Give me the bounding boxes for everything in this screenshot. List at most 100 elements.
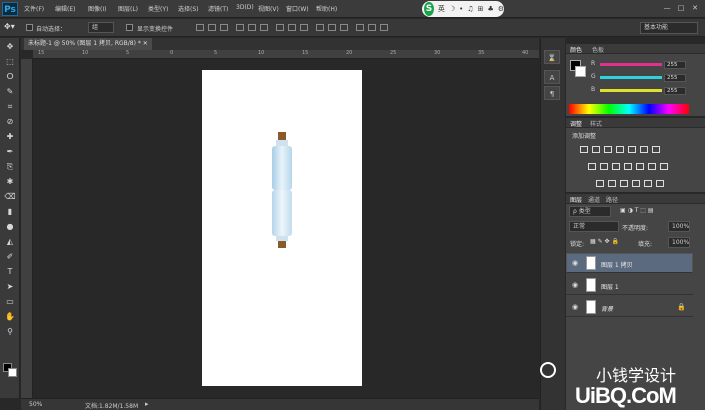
align-icon[interactable] <box>196 24 204 31</box>
hand-tool-icon[interactable]: ✋ <box>4 312 16 322</box>
voice-icon[interactable]: ♫ <box>467 5 473 13</box>
color-spectrum[interactable] <box>569 104 689 114</box>
layer-name[interactable]: 图层 1 拷贝 <box>601 260 633 269</box>
align-icon[interactable] <box>316 24 324 31</box>
auto-select-checkbox[interactable] <box>26 24 33 31</box>
adjustment-icon[interactable] <box>612 163 620 170</box>
minimize-button[interactable]: — <box>661 3 673 13</box>
tab-swatches[interactable]: 色板 <box>592 45 604 54</box>
adjustment-icon[interactable] <box>644 180 652 187</box>
type-tool-icon[interactable]: T <box>4 267 16 277</box>
clone-stamp-icon[interactable]: ⎘ <box>4 162 16 172</box>
document-tab[interactable]: 未标题-1 @ 50% (图层 1 拷贝, RGB/8) * ✕ <box>24 38 152 50</box>
menu-item-1[interactable]: 编辑(E) <box>55 4 75 13</box>
layer-filter-icons[interactable]: ▣ ◑ T ⬚ ▤ <box>620 207 654 214</box>
zoom-tool-icon[interactable]: ⚲ <box>4 327 16 337</box>
close-tab-icon[interactable]: ✕ <box>143 40 148 47</box>
adjustment-icon[interactable] <box>640 146 648 153</box>
lasso-tool-icon[interactable]: ⵔ <box>4 72 16 82</box>
align-icon[interactable] <box>276 24 284 31</box>
visibility-eye-icon[interactable]: ◉ <box>572 259 578 267</box>
adjustment-icon[interactable] <box>600 163 608 170</box>
align-icon[interactable] <box>340 24 348 31</box>
adjustment-icon[interactable] <box>608 180 616 187</box>
tab-paths[interactable]: 路径 <box>606 195 618 204</box>
paragraph-icon[interactable]: ¶ <box>544 86 560 100</box>
channel-slider[interactable] <box>600 63 662 66</box>
align-icon[interactable] <box>208 24 216 31</box>
close-button[interactable]: ✕ <box>689 3 701 13</box>
keyboard-icon[interactable]: ⊞ <box>478 5 484 13</box>
tab-channels[interactable]: 通道 <box>588 195 600 204</box>
move-tool-preset-icon[interactable]: ✥▾ <box>4 22 15 31</box>
visibility-eye-icon[interactable]: ◉ <box>572 303 578 311</box>
blur-tool-icon[interactable]: ● <box>4 222 16 232</box>
align-icon[interactable] <box>236 24 244 31</box>
menu-item-6[interactable]: 滤镜(T) <box>208 4 228 13</box>
channel-value-input[interactable]: 255 <box>664 61 686 69</box>
menu-item-3[interactable]: 图层(L) <box>118 4 138 13</box>
history-icon[interactable]: ⌛ <box>544 50 560 64</box>
ime-toolbar[interactable]: S 英 ☽ • ♫ ⊞ ♣ ⚙ <box>422 1 504 17</box>
adjustment-icon[interactable] <box>596 180 604 187</box>
adjustment-icon[interactable] <box>592 146 600 153</box>
layer-name[interactable]: 图层 1 <box>601 282 619 291</box>
history-brush-icon[interactable]: ✱ <box>4 177 16 187</box>
adjustment-icon[interactable] <box>660 163 668 170</box>
gradient-tool-icon[interactable]: ▮ <box>4 207 16 217</box>
channel-slider[interactable] <box>600 76 662 79</box>
status-arrow-icon[interactable]: ▸ <box>145 400 149 408</box>
layer-name[interactable]: 背景 <box>601 304 613 313</box>
visibility-eye-icon[interactable]: ◉ <box>572 281 578 289</box>
menu-item-8[interactable]: 视图(V) <box>258 4 279 13</box>
channel-value-input[interactable]: 255 <box>664 74 686 82</box>
dot-icon[interactable]: • <box>459 5 463 13</box>
opacity-input[interactable]: 100% <box>668 221 690 232</box>
eraser-tool-icon[interactable]: ⌫ <box>4 192 16 202</box>
adjustment-icon[interactable] <box>580 146 588 153</box>
adjustment-icon[interactable] <box>604 146 612 153</box>
shape-tool-icon[interactable]: ▭ <box>4 297 16 307</box>
brush-tool-icon[interactable]: ✒ <box>4 147 16 157</box>
adjustment-icon[interactable] <box>656 180 664 187</box>
pen-tool-icon[interactable]: ✐ <box>4 252 16 262</box>
auto-select-dropdown[interactable]: 组 <box>88 22 114 33</box>
workspace-dropdown[interactable]: 基本功能 <box>640 22 698 34</box>
adjustment-icon[interactable] <box>620 180 628 187</box>
tab-color[interactable]: 颜色 <box>570 45 582 54</box>
move-tool-icon[interactable]: ✥ <box>4 42 16 52</box>
path-select-icon[interactable]: ➤ <box>4 282 16 292</box>
adjustment-icon[interactable] <box>632 180 640 187</box>
align-icon[interactable] <box>328 24 336 31</box>
tab-layers[interactable]: 图层 <box>570 195 582 204</box>
channel-slider[interactable] <box>600 89 662 92</box>
dodge-tool-icon[interactable]: ◭ <box>4 237 16 247</box>
adjustment-icon[interactable] <box>588 163 596 170</box>
maximize-button[interactable]: □ <box>675 3 687 13</box>
blend-mode-dropdown[interactable]: 正常 <box>569 221 619 232</box>
properties-icon[interactable]: A <box>544 70 560 84</box>
menu-item-5[interactable]: 选择(S) <box>178 4 199 13</box>
color-bg-swatch[interactable] <box>575 66 586 77</box>
eyedropper-icon[interactable]: ⊘ <box>4 117 16 127</box>
adjustment-icon[interactable] <box>628 146 636 153</box>
ime-lang[interactable]: 英 <box>438 4 445 14</box>
tab-adjustments[interactable]: 调整 <box>570 119 582 128</box>
document-canvas[interactable] <box>202 70 362 386</box>
align-icon[interactable] <box>288 24 296 31</box>
marquee-tool-icon[interactable]: ⬚ <box>4 57 16 67</box>
align-icon[interactable] <box>380 24 388 31</box>
show-transform-checkbox[interactable] <box>126 24 133 31</box>
background-color-swatch[interactable] <box>8 368 17 377</box>
align-icon[interactable] <box>368 24 376 31</box>
adjustment-icon[interactable] <box>616 146 624 153</box>
zoom-level[interactable]: 50% <box>29 401 42 408</box>
adjustment-icon[interactable] <box>624 163 632 170</box>
adjustment-icon[interactable] <box>636 163 644 170</box>
lock-icons[interactable]: ▦ ✎ ✥ 🔒 <box>590 238 619 245</box>
quick-select-icon[interactable]: ✎ <box>4 87 16 97</box>
menu-item-0[interactable]: 文件(F) <box>24 4 44 13</box>
channel-value-input[interactable]: 255 <box>664 87 686 95</box>
skin-icon[interactable]: ♣ <box>487 5 493 13</box>
align-icon[interactable] <box>260 24 268 31</box>
